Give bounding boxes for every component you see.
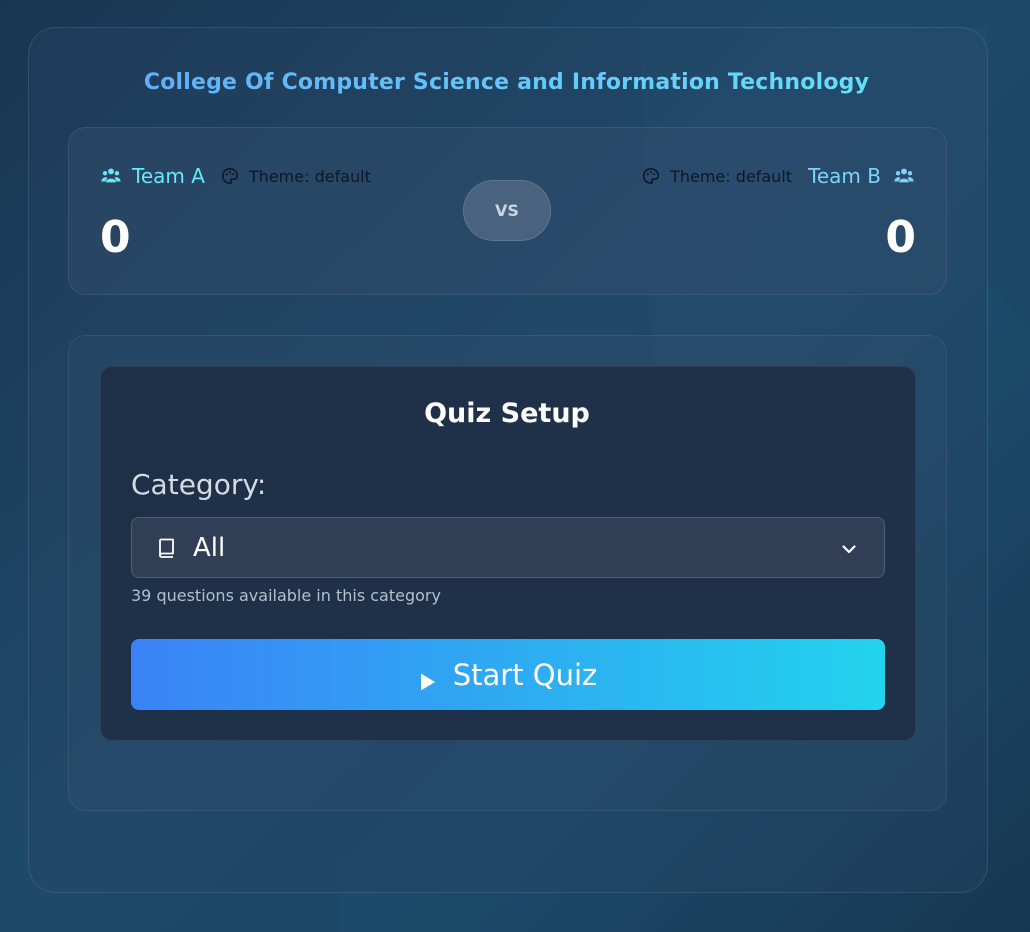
play-icon [419, 665, 437, 690]
team-b-header: Theme: default Team B [642, 160, 915, 192]
category-select[interactable]: All [131, 517, 885, 578]
team-a-theme: Theme: default [248, 166, 371, 186]
category-label: Category: [131, 468, 267, 501]
palette-icon [642, 167, 660, 185]
palette-icon [221, 167, 239, 185]
college-title: College Of Computer Science and Informat… [0, 70, 1013, 95]
question-count-text: 39 questions available in this category [131, 586, 441, 605]
team-b-name: Team B [808, 164, 881, 188]
start-quiz-button[interactable]: Start Quiz [131, 639, 885, 710]
quiz-setup-title: Quiz Setup [424, 398, 590, 429]
users-icon [893, 165, 915, 187]
start-quiz-label: Start Quiz [452, 657, 598, 692]
category-selected-value: All [193, 532, 226, 563]
team-a-score: 0 [100, 212, 131, 263]
team-a-header: Team A Theme: default [100, 160, 371, 192]
team-b-score: 0 [885, 212, 916, 263]
users-icon [100, 165, 122, 187]
book-icon [155, 536, 179, 560]
team-a-name: Team A [132, 164, 205, 188]
chevron-down-icon [840, 540, 858, 558]
vs-badge: VS [463, 180, 551, 241]
team-b-theme: Theme: default [670, 166, 793, 186]
